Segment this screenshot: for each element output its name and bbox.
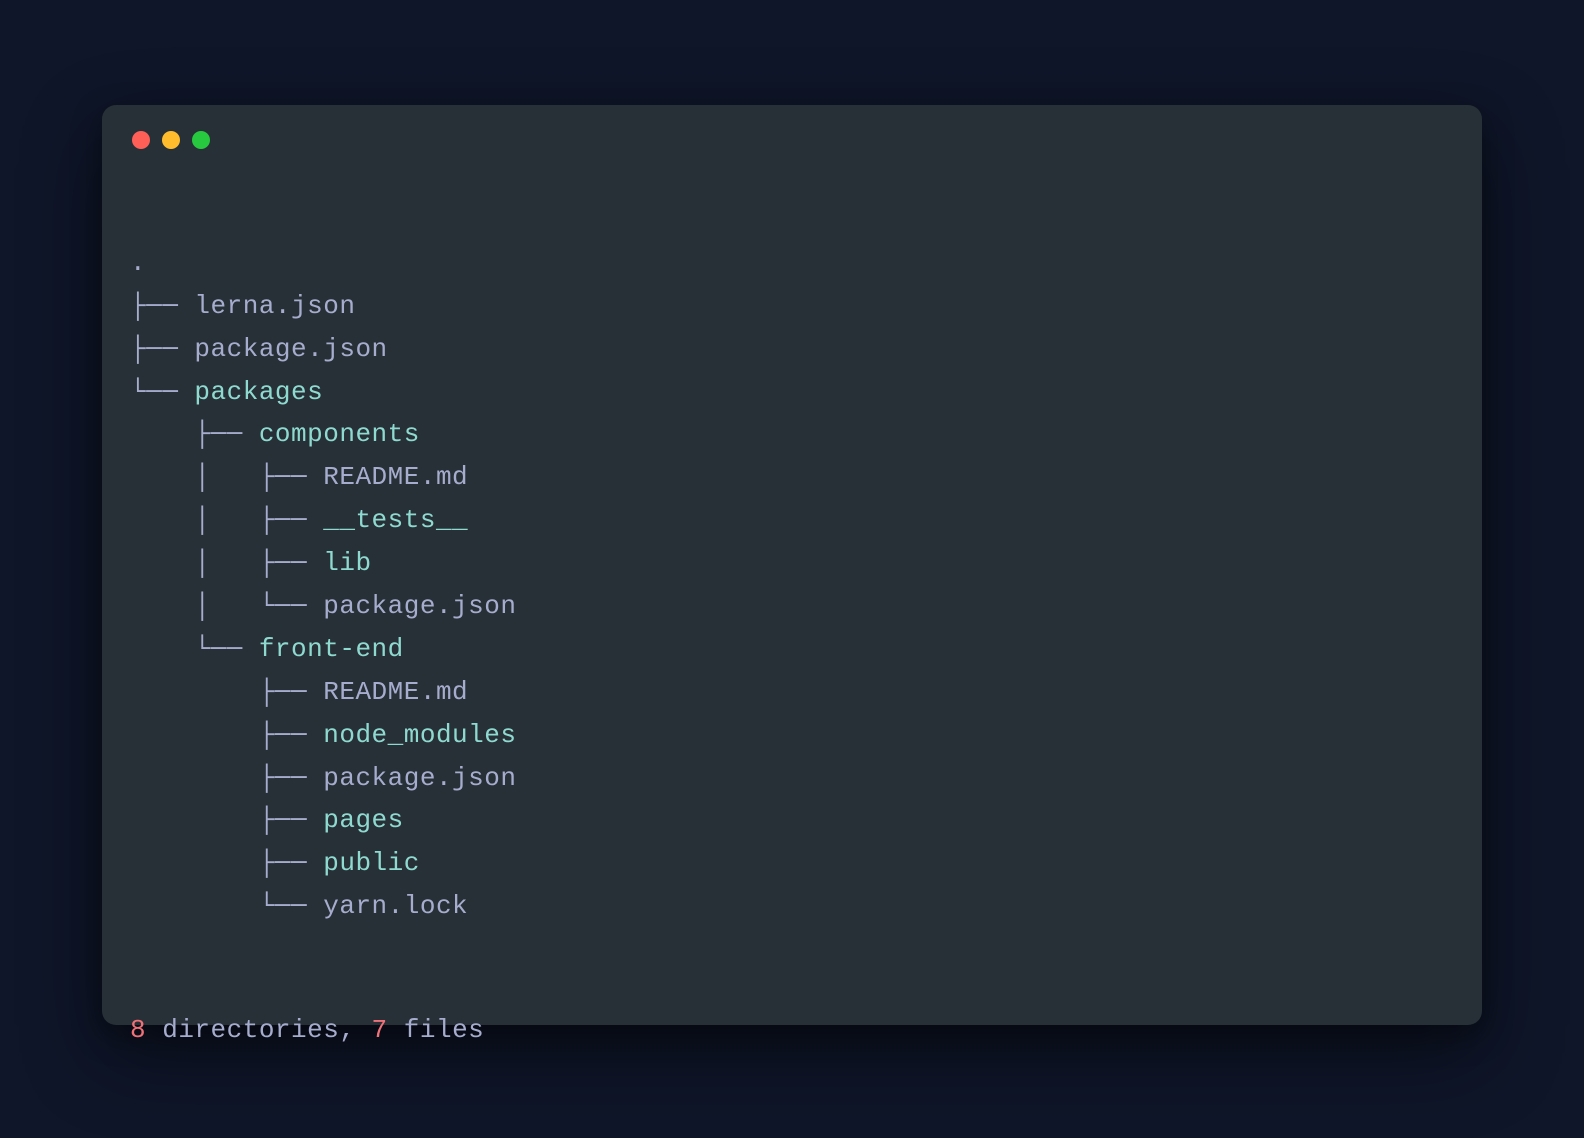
file-count: 7 — [372, 1015, 388, 1045]
tree-entry: package.json — [323, 763, 516, 793]
tree-body: ├── lerna.json ├── package.json └── pack… — [130, 285, 1454, 928]
terminal-window: . ├── lerna.json ├── package.json └── pa… — [102, 105, 1482, 1025]
tree-entry: lib — [323, 548, 371, 578]
tree-prefix: ├── — [130, 805, 323, 835]
tree-root: . — [130, 248, 146, 278]
terminal-output: . ├── lerna.json ├── package.json └── pa… — [130, 199, 1454, 1138]
tree-entry: packages — [194, 377, 323, 407]
tree-entry: __tests__ — [323, 505, 468, 535]
tree-summary: 8 directories, 7 files — [130, 1009, 1454, 1052]
tree-entry: package.json — [194, 334, 387, 364]
tree-prefix: │ ├── — [130, 505, 323, 535]
tree-prefix: │ ├── — [130, 548, 323, 578]
tree-entry: yarn.lock — [323, 891, 468, 921]
tree-prefix: ├── — [130, 763, 323, 793]
maximize-button[interactable] — [192, 131, 210, 149]
tree-prefix: └── — [130, 634, 259, 664]
tree-prefix: │ └── — [130, 591, 323, 621]
minimize-button[interactable] — [162, 131, 180, 149]
tree-prefix: ├── — [130, 419, 259, 449]
close-button[interactable] — [132, 131, 150, 149]
tree-prefix: ├── — [130, 720, 323, 750]
tree-prefix: └── — [130, 891, 323, 921]
tree-entry: components — [259, 419, 420, 449]
tree-entry: node_modules — [323, 720, 516, 750]
tree-entry: pages — [323, 805, 404, 835]
tree-prefix: └── — [130, 377, 194, 407]
tree-entry: README.md — [323, 462, 468, 492]
tree-entry: README.md — [323, 677, 468, 707]
tree-prefix: │ ├── — [130, 462, 323, 492]
window-traffic-lights — [130, 131, 1454, 149]
tree-prefix: ├── — [130, 291, 194, 321]
tree-prefix: ├── — [130, 677, 323, 707]
file-label: files — [388, 1015, 485, 1045]
tree-prefix: ├── — [130, 334, 194, 364]
tree-entry: package.json — [323, 591, 516, 621]
tree-entry: public — [323, 848, 420, 878]
dir-label: directories, — [146, 1015, 371, 1045]
tree-entry: front-end — [259, 634, 404, 664]
dir-count: 8 — [130, 1015, 146, 1045]
tree-entry: lerna.json — [194, 291, 355, 321]
tree-prefix: ├── — [130, 848, 323, 878]
